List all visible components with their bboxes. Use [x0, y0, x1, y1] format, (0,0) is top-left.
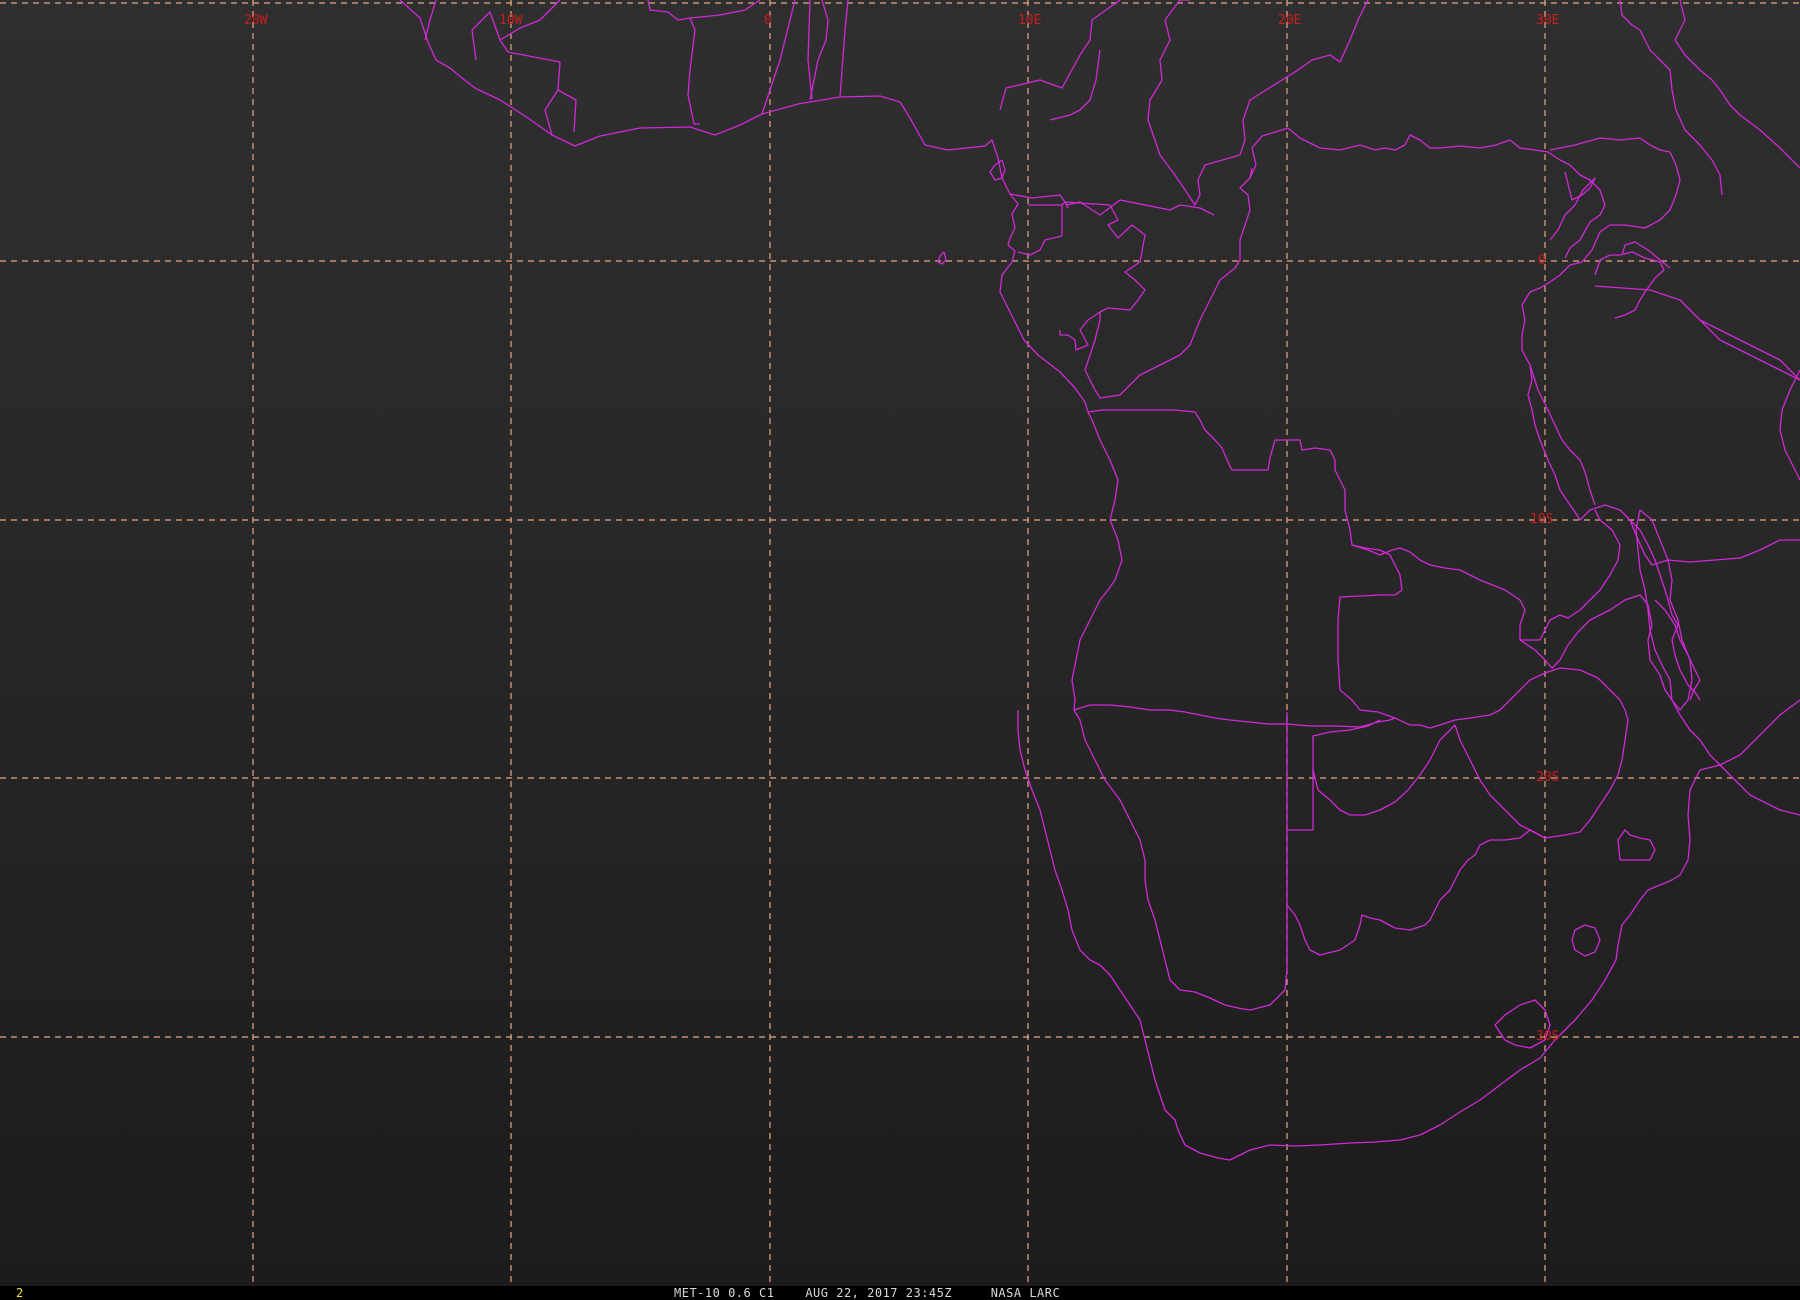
west-africa-coastline	[399, 0, 1019, 239]
longitude-grid-lines	[252, 0, 1546, 1286]
longitude-label-20w: 20W	[244, 13, 268, 28]
latitude-label-10s: 10S	[1530, 512, 1553, 527]
latitude-label-20s: 20S	[1536, 770, 1559, 785]
latitude-label-30s: 30S	[1536, 1029, 1559, 1044]
congo-drc-border	[1084, 167, 1253, 399]
botswana-border	[1286, 724, 1546, 956]
malawi-border	[1635, 509, 1693, 711]
sao-tome-island	[937, 251, 947, 265]
longitude-label-0: 0	[764, 13, 772, 28]
longitude-label-30e: 30E	[1536, 13, 1559, 28]
longitude-label-10w: 10W	[499, 13, 523, 28]
ethiopia-border	[1619, 0, 1723, 196]
political-boundaries	[399, 0, 1800, 1161]
gabon-congo-borders	[1017, 201, 1146, 351]
gulf-of-guinea-coast	[999, 237, 1089, 413]
great-lakes-region	[1549, 171, 1800, 381]
longitude-label-10e: 10E	[1018, 13, 1041, 28]
satellite-image-viewer[interactable]: 20W 10W 0 10E 20E 30E 0 10S 20S 30S 2 ME…	[0, 0, 1800, 1300]
east-africa-borders	[1521, 137, 1701, 701]
somalia-border	[1674, 0, 1800, 169]
zambia-border	[1351, 509, 1629, 839]
image-caption: MET-10 0.6 C1 AUG 22, 2017 23:45Z NASA L…	[674, 1286, 1061, 1300]
status-bar: 2 MET-10 0.6 C1 AUG 22, 2017 23:45Z NASA…	[0, 1286, 1800, 1300]
longitude-labels: 20W 10W 0 10E 20E 30E	[244, 13, 1559, 28]
central-west-borders	[999, 0, 1369, 216]
bioko-island	[989, 159, 1006, 181]
longitude-label-20e: 20E	[1278, 13, 1301, 28]
angola-border	[1071, 409, 1491, 729]
kenya-coast	[1699, 319, 1800, 381]
satellite-map[interactable]: 20W 10W 0 10E 20E 30E 0 10S 20S 30S	[0, 0, 1800, 1286]
swaziland-border	[1571, 924, 1601, 957]
frame-number: 2	[16, 1286, 24, 1300]
west-africa-borders	[424, 0, 849, 136]
latitude-label-0: 0	[1538, 253, 1546, 268]
madagascar-edge	[1779, 369, 1800, 481]
namibia-border	[1073, 704, 1396, 1011]
